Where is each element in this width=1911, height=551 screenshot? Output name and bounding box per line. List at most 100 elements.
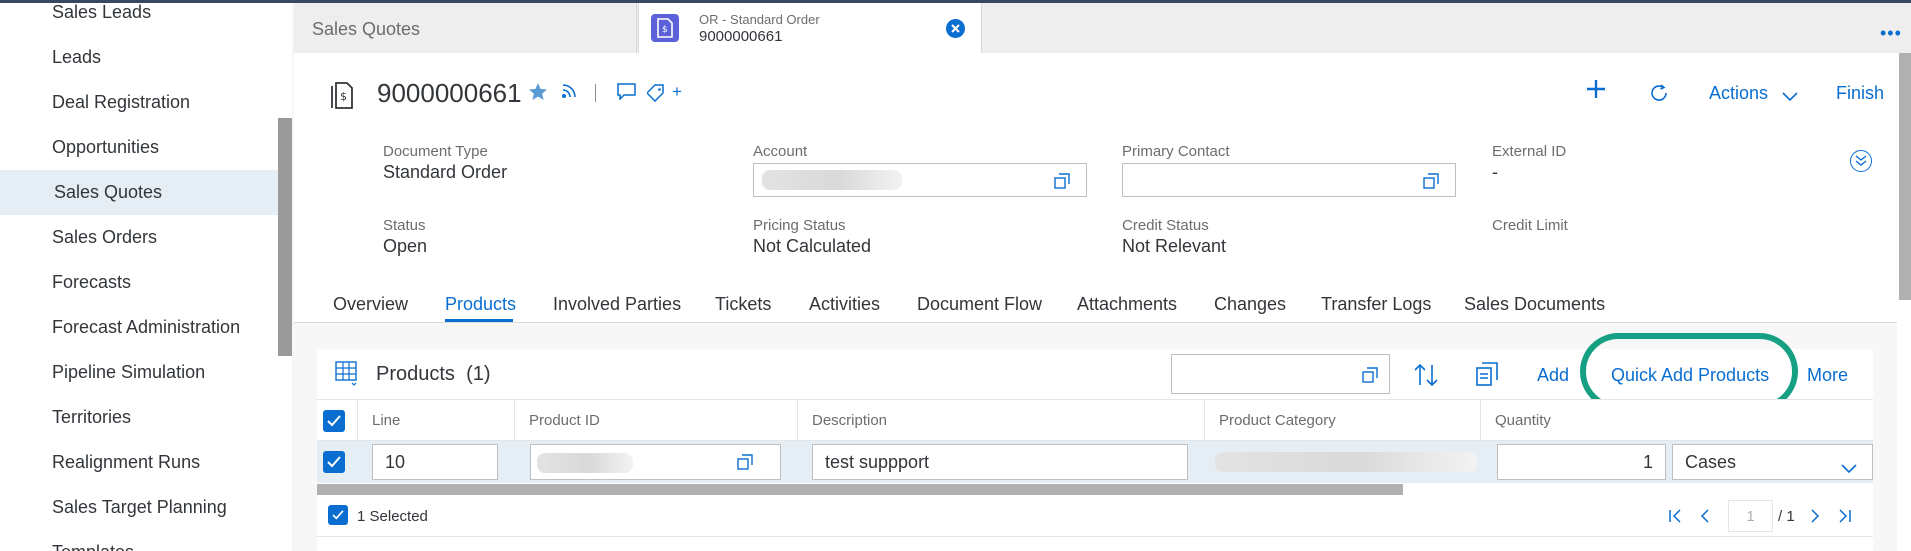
chevron-down-icon[interactable] — [1841, 458, 1857, 479]
tab-subtitle: OR - Standard Order — [699, 12, 820, 27]
first-page-icon[interactable] — [1668, 509, 1682, 528]
tab-sales-quotes[interactable]: Sales Quotes — [294, 3, 637, 53]
finish-button[interactable]: Finish — [1836, 83, 1884, 104]
close-icon[interactable] — [946, 19, 965, 38]
page-scroll-thumb[interactable] — [1899, 53, 1911, 300]
tab-sales-documents[interactable]: Sales Documents — [1464, 294, 1605, 315]
refresh-icon[interactable] — [1648, 82, 1670, 109]
tab-label: Sales Quotes — [312, 19, 421, 39]
select-all-checkbox[interactable] — [323, 410, 345, 432]
tab-overview[interactable]: Overview — [333, 294, 408, 315]
value-help-icon[interactable] — [737, 454, 753, 475]
star-icon[interactable] — [528, 82, 548, 107]
selected-count: 1 Selected — [357, 508, 428, 525]
divider — [317, 536, 1873, 537]
tab-order-9000000661[interactable]: $ OR - Standard Order 9000000661 — [638, 3, 982, 53]
tab-involved-parties[interactable]: Involved Parties — [553, 294, 681, 315]
sidebar-item-opportunities[interactable]: Opportunities — [0, 125, 278, 170]
object-tab-bar: Overview Products Involved Parties Ticke… — [294, 288, 1897, 323]
selection-checkbox[interactable] — [328, 505, 348, 525]
products-title-text: Products — [376, 363, 455, 385]
column-divider — [1204, 400, 1205, 442]
primary-contact-label: Primary Contact — [1122, 143, 1230, 160]
overflow-icon[interactable]: ••• — [1880, 23, 1902, 44]
tag-icon[interactable] — [645, 84, 665, 107]
table-row[interactable]: 10 test suppport 1 Cases — [317, 441, 1873, 483]
products-title: Products (1) — [376, 363, 491, 386]
add-button[interactable]: Add — [1537, 365, 1569, 386]
sidebar-item-leads[interactable]: Leads — [0, 35, 278, 80]
tab-attachments[interactable]: Attachments — [1077, 294, 1177, 315]
horizontal-scrollbar[interactable] — [317, 484, 1403, 495]
status-label: Status — [383, 217, 426, 234]
document-icon: $ — [651, 14, 679, 42]
sidebar-item-sales-leads[interactable]: Sales Leads — [0, 3, 278, 35]
sidebar-item-deal-registration[interactable]: Deal Registration — [0, 80, 278, 125]
column-divider — [1480, 400, 1481, 442]
column-divider — [514, 400, 515, 442]
tab-transfer-logs[interactable]: Transfer Logs — [1321, 294, 1431, 315]
add-tag-button[interactable]: + — [672, 82, 682, 102]
comment-icon[interactable] — [617, 83, 637, 105]
redacted-product-category — [1215, 452, 1477, 472]
redacted-value — [762, 170, 902, 190]
feed-icon[interactable] — [561, 83, 577, 104]
primary-contact-field[interactable] — [1122, 163, 1456, 197]
status-value: Open — [383, 236, 428, 256]
last-page-icon[interactable] — [1838, 509, 1852, 528]
products-search-input[interactable] — [1171, 354, 1390, 394]
line-input[interactable]: 10 — [372, 444, 498, 480]
next-page-icon[interactable] — [1810, 509, 1820, 528]
tab-tickets[interactable]: Tickets — [715, 294, 771, 315]
external-id-label: External ID — [1492, 143, 1567, 160]
product-id-input[interactable] — [530, 444, 781, 480]
column-header-line[interactable]: Line — [372, 412, 400, 429]
document-type-label: Document Type — [383, 143, 488, 160]
value-help-icon[interactable] — [1054, 173, 1070, 194]
sidebar-item-sales-quotes[interactable]: Sales Quotes — [0, 170, 278, 215]
pricing-status-label: Pricing Status — [753, 217, 846, 234]
svg-text:$: $ — [662, 25, 668, 35]
sidebar-item-templates[interactable]: Templates — [0, 530, 278, 551]
account-field[interactable] — [753, 163, 1087, 197]
sidebar-item-territories[interactable]: Territories — [0, 395, 278, 440]
previous-page-icon[interactable] — [1700, 509, 1710, 528]
sidebar-item-sales-target-planning[interactable]: Sales Target Planning — [0, 485, 278, 530]
add-icon[interactable] — [1585, 78, 1607, 105]
description-input[interactable]: test suppport — [812, 444, 1188, 480]
row-checkbox[interactable] — [323, 451, 345, 473]
page-number-input[interactable]: 1 — [1728, 500, 1773, 532]
column-header-quantity[interactable]: Quantity — [1495, 412, 1551, 429]
tab-products[interactable]: Products — [445, 294, 516, 315]
external-id-value: - — [1492, 162, 1498, 182]
column-header-product-id[interactable]: Product ID — [529, 412, 600, 429]
tab-document-flow[interactable]: Document Flow — [917, 294, 1042, 315]
page-total: / 1 — [1778, 508, 1795, 525]
sidebar-item-pipeline-simulation[interactable]: Pipeline Simulation — [0, 350, 278, 395]
credit-status-value: Not Relevant — [1122, 236, 1227, 256]
value-help-icon[interactable] — [1362, 367, 1378, 388]
value-help-icon[interactable] — [1423, 173, 1439, 194]
sidebar-item-realignment-runs[interactable]: Realignment Runs — [0, 440, 278, 485]
account-label: Account — [753, 143, 808, 160]
unit-select[interactable]: Cases — [1672, 444, 1873, 480]
tab-activities[interactable]: Activities — [809, 294, 880, 315]
sidebar-item-sales-orders[interactable]: Sales Orders — [0, 215, 278, 260]
column-header-description[interactable]: Description — [812, 412, 887, 429]
sidebar-item-forecast-administration[interactable]: Forecast Administration — [0, 305, 278, 350]
quantity-input[interactable]: 1 — [1497, 444, 1666, 480]
sidebar-item-forecasts[interactable]: Forecasts — [0, 260, 278, 305]
pricing-status-value: Not Calculated — [753, 236, 872, 256]
actions-button[interactable]: Actions — [1709, 83, 1768, 104]
tab-changes[interactable]: Changes — [1214, 294, 1286, 315]
chevron-down-icon[interactable] — [1782, 89, 1798, 107]
table-settings-icon[interactable] — [335, 361, 359, 392]
tab-title: 9000000661 — [699, 28, 783, 45]
more-button[interactable]: More — [1807, 365, 1848, 386]
sort-icon[interactable] — [1413, 363, 1439, 392]
page-title: 9000000661 — [377, 78, 522, 108]
column-header-product-category[interactable]: Product Category — [1219, 412, 1336, 429]
sidebar-scroll-thumb[interactable] — [278, 118, 292, 356]
collapse-header-icon[interactable] — [1850, 150, 1872, 172]
copy-icon[interactable] — [1476, 362, 1498, 391]
